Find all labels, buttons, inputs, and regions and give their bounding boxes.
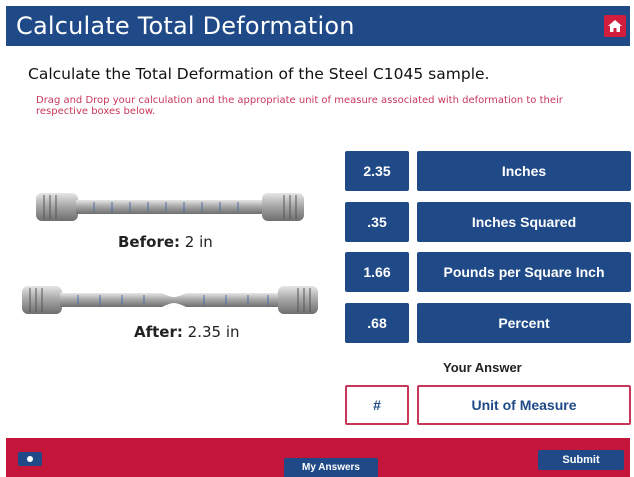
after-specimen-image: [22, 286, 318, 314]
unit-choice-tile[interactable]: Percent: [417, 303, 631, 343]
before-specimen-image: [36, 193, 304, 221]
unit-choice-tile[interactable]: Pounds per Square Inch: [417, 252, 631, 292]
number-choice-tile[interactable]: 1.66: [345, 252, 409, 292]
your-answer-heading: Your Answer: [443, 360, 522, 375]
after-value: 2.35 in: [187, 323, 240, 341]
number-choice-tile[interactable]: 2.35: [345, 151, 409, 191]
after-label: After:: [134, 323, 183, 341]
before-label: Before:: [118, 233, 181, 251]
unit-choice-tile[interactable]: Inches Squared: [417, 202, 631, 242]
my-answers-button[interactable]: My Answers: [284, 458, 378, 477]
before-value: 2 in: [184, 233, 213, 251]
dot-icon: [27, 456, 33, 462]
before-caption: Before: 2 in: [118, 233, 213, 251]
number-drop-zone[interactable]: #: [345, 385, 409, 425]
title-bar: Calculate Total Deformation: [6, 6, 630, 46]
number-choice-tile[interactable]: .68: [345, 303, 409, 343]
number-choice-tile[interactable]: .35: [345, 202, 409, 242]
submit-button[interactable]: Submit: [538, 450, 624, 470]
menu-button[interactable]: [18, 452, 42, 466]
unit-drop-zone[interactable]: Unit of Measure: [417, 385, 631, 425]
instructions-text: Drag and Drop your calculation and the a…: [36, 95, 563, 117]
task-subtitle: Calculate the Total Deformation of the S…: [28, 65, 490, 83]
after-caption: After: 2.35 in: [134, 323, 240, 341]
page-title: Calculate Total Deformation: [16, 12, 355, 40]
footer-bar: My Answers Submit: [6, 438, 630, 477]
home-button[interactable]: [604, 15, 626, 37]
home-icon: [608, 20, 622, 32]
unit-choice-tile[interactable]: Inches: [417, 151, 631, 191]
